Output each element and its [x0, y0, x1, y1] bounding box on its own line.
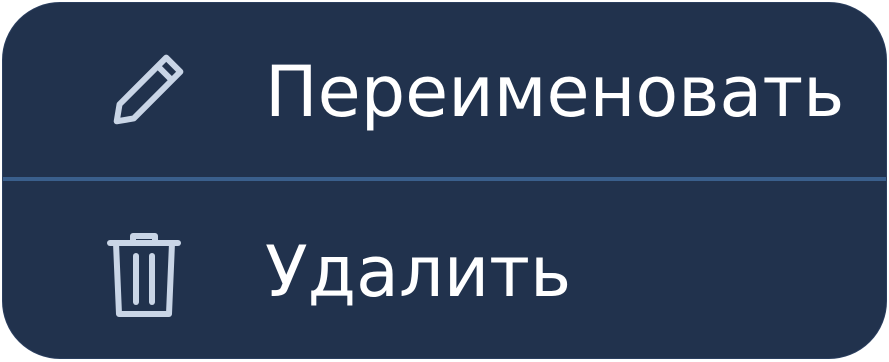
context-menu: Переименовать Удалить: [2, 2, 887, 359]
rename-menu-item[interactable]: Переименовать: [3, 3, 886, 177]
trash-icon: [106, 232, 182, 318]
rename-label: Переименовать: [265, 51, 845, 133]
delete-label: Удалить: [265, 231, 572, 313]
pencil-icon: [99, 47, 191, 139]
delete-menu-item[interactable]: Удалить: [3, 181, 886, 358]
